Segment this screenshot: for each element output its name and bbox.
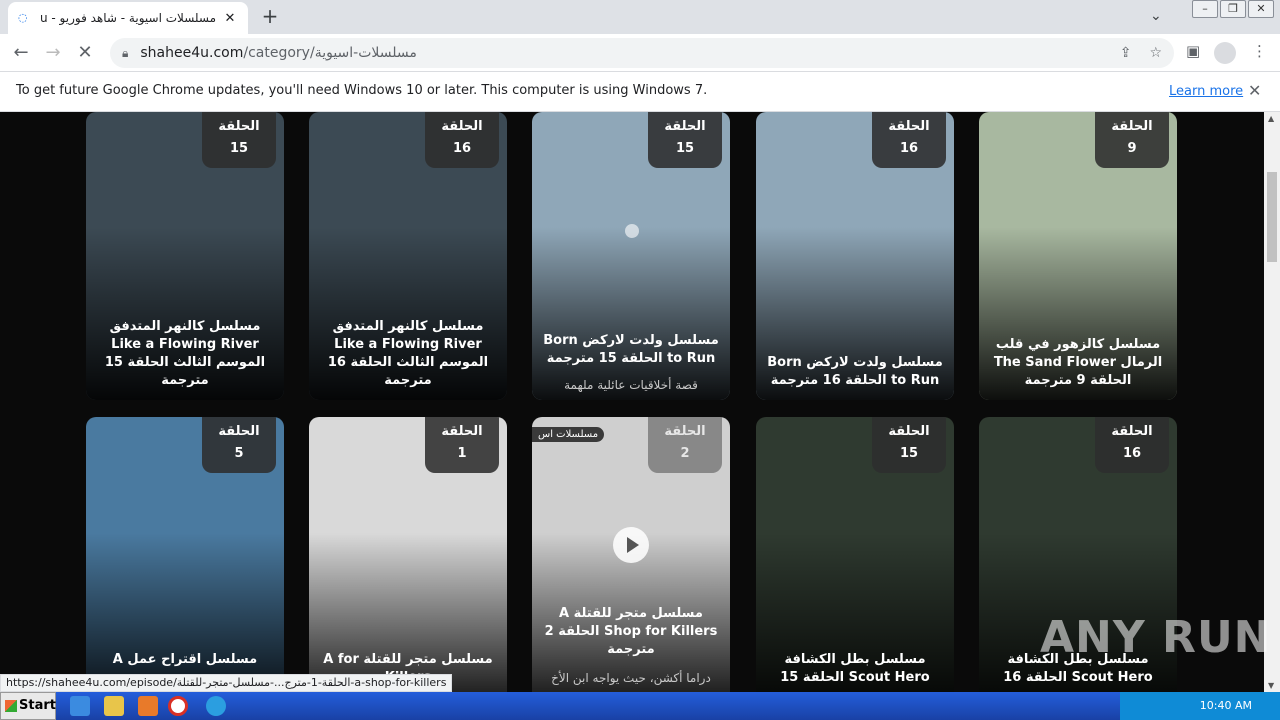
episode-card[interactable]: الحلقة 16 مسلسل كالنهر المتدفق Like a Flo…: [309, 112, 507, 400]
play-icon[interactable]: [625, 224, 639, 238]
card-title[interactable]: مسلسل اقتراح عمل A: [94, 651, 276, 669]
episode-card[interactable]: الحلقة 5 مسلسل اقتراح عمل A: [86, 417, 284, 692]
tab-search-icon[interactable]: ⌄: [1150, 8, 1162, 24]
episode-card[interactable]: الحلقة1 مسلسل متجر للقتلة A for Killers: [309, 417, 507, 692]
tab-strip: ◌ مسلسلات اسيوية - شاهد فوريو - 4u ✕ + ⌄…: [0, 0, 1280, 34]
episode-card[interactable]: الحلقة 15 مسلسل كالنهر المتدفق Like a Flo…: [86, 112, 284, 400]
card-title[interactable]: مسلسل كالزهور في قلب الرمال The Sand Flo…: [987, 336, 1169, 390]
status-url: https://shahee4u.com/episode/الحلقة-1-مت…: [0, 674, 453, 692]
close-window-button[interactable]: ✕: [1248, 0, 1274, 18]
edge-icon[interactable]: [206, 696, 226, 716]
episode-badge: الحلقة 15: [202, 112, 276, 168]
minimize-button[interactable]: –: [1192, 0, 1218, 18]
episode-badge: الحلقة 16: [1095, 417, 1169, 473]
episode-card[interactable]: الحلقة 9 مسلسل كالزهور في قلب الرمال The …: [979, 112, 1177, 400]
folder-icon[interactable]: [104, 696, 124, 716]
close-infobar-icon[interactable]: ✕: [1248, 81, 1261, 100]
episode-card[interactable]: الحلقة 15 مسلسل بطل الكشافة Scout Hero ال…: [756, 417, 954, 692]
card-description: دراما أكشن، حيث يواجه ابن الأخ: [551, 671, 711, 685]
episode-card[interactable]: الحلقة 16 مسلسل ولدت لاركض Born to Run ال…: [756, 112, 954, 400]
episode-badge: الحلقة 15: [872, 417, 946, 473]
update-infobar: To get future Google Chrome updates, you…: [0, 72, 1280, 112]
browser-toolbar: ← → ✕ 🔒︎ shahee4u.com/category/مسلسلات-ا…: [0, 34, 1280, 72]
url-path: /category/مسلسلات-اسيوية: [243, 45, 417, 61]
card-description: قصة أخلاقيات عائلية ملهمة: [564, 378, 698, 392]
card-title[interactable]: مسلسل بطل الكشافة Scout Hero الحلقة 15: [764, 651, 946, 687]
start-button[interactable]: Start: [0, 692, 56, 720]
episode-badge: الحلقة 2: [648, 417, 722, 473]
scroll-down-icon[interactable]: ▼: [1268, 681, 1274, 690]
scrollbar-thumb[interactable]: [1267, 172, 1277, 262]
new-tab-button[interactable]: +: [258, 5, 282, 29]
page-scrollbar[interactable]: ▲ ▼: [1264, 112, 1280, 692]
scroll-up-icon[interactable]: ▲: [1268, 114, 1274, 123]
episode-badge: الحلقة 16: [872, 112, 946, 168]
category-label[interactable]: مسلسلات اس: [532, 427, 605, 442]
stop-loading-icon[interactable]: ✕: [72, 40, 98, 66]
restore-button[interactable]: ❐: [1220, 0, 1246, 18]
back-icon[interactable]: ←: [8, 40, 34, 66]
anyrun-watermark: ANY RUN: [1040, 612, 1272, 663]
card-title[interactable]: مسلسل متجر للقتلة A Shop for Killers الح…: [540, 605, 722, 659]
lock-icon[interactable]: 🔒︎: [122, 46, 128, 61]
forward-icon[interactable]: →: [40, 40, 66, 66]
profile-avatar-icon[interactable]: [1214, 42, 1236, 64]
episode-badge: الحلقة 5: [202, 417, 276, 473]
chrome-icon[interactable]: [168, 696, 188, 716]
menu-icon[interactable]: ⋮: [1252, 42, 1267, 60]
windows-taskbar: Start 10:40 AM: [0, 692, 1280, 720]
infobar-message: To get future Google Chrome updates, you…: [16, 83, 708, 98]
play-icon[interactable]: [613, 527, 649, 563]
card-title[interactable]: مسلسل كالنهر المتدفق Like a Flowing Rive…: [317, 318, 499, 390]
media-player-icon[interactable]: [138, 696, 158, 716]
close-tab-icon[interactable]: ✕: [222, 11, 238, 26]
window-controls: – ❐ ✕: [1190, 0, 1274, 20]
loading-icon: ◌: [18, 11, 28, 24]
ie-icon[interactable]: [70, 696, 90, 716]
share-icon[interactable]: ⇪: [1120, 45, 1132, 61]
browser-tab[interactable]: ◌ مسلسلات اسيوية - شاهد فوريو - 4u ✕: [8, 2, 248, 34]
episode-badge: الحلقة 1: [425, 417, 499, 473]
card-title[interactable]: مسلسل ولدت لاركض Born to Run الحلقة 16 م…: [764, 354, 946, 390]
bookmark-star-icon[interactable]: ☆: [1149, 45, 1162, 61]
episode-card[interactable]: مسلسلات اس الحلقة 2 مسلسل متجر للقتلة A S…: [532, 417, 730, 692]
address-bar[interactable]: 🔒︎ shahee4u.com/category/مسلسلات-اسيوية …: [110, 38, 1174, 68]
url-host: shahee4u.com: [140, 45, 244, 61]
page-content: الحلقة 15 مسلسل كالنهر المتدفق Like a Flo…: [0, 112, 1264, 692]
episode-badge: الحلقة 9: [1095, 112, 1169, 168]
episode-card[interactable]: الحلقة 15 مسلسل ولدت لاركض Born to Run ال…: [532, 112, 730, 400]
system-tray: 10:40 AM: [1120, 692, 1280, 720]
clock[interactable]: 10:40 AM: [1200, 699, 1252, 712]
learn-more-link[interactable]: Learn more: [1169, 84, 1243, 99]
card-title[interactable]: مسلسل ولدت لاركض Born to Run الحلقة 15 م…: [540, 332, 722, 368]
side-panel-icon[interactable]: ▣: [1186, 42, 1200, 60]
episode-badge: الحلقة 15: [648, 112, 722, 168]
card-title[interactable]: مسلسل كالنهر المتدفق Like a Flowing Rive…: [94, 318, 276, 390]
tab-title: مسلسلات اسيوية - شاهد فوريو - 4u: [40, 11, 216, 25]
episode-badge: الحلقة 16: [425, 112, 499, 168]
